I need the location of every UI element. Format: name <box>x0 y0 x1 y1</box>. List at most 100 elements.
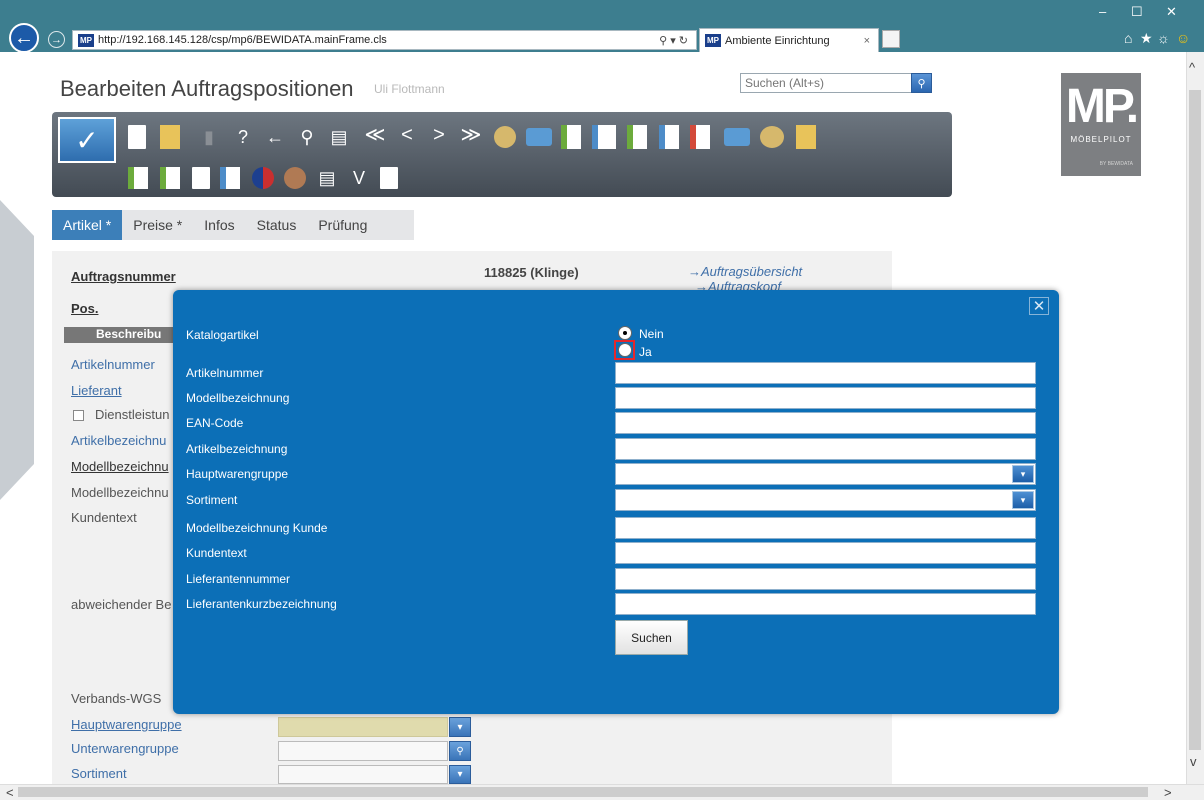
print-icon[interactable]: ▤ <box>328 126 350 148</box>
scroll-left-arrow-icon[interactable]: < <box>6 785 14 800</box>
field-input-artikelbezeichnung[interactable] <box>615 438 1036 460</box>
user-name: Uli Flottmann <box>374 82 445 96</box>
tab-pruefung[interactable]: Prüfung <box>307 210 378 240</box>
payment-icon[interactable] <box>760 126 784 148</box>
tab-infos[interactable]: Infos <box>193 210 245 240</box>
bg-hauptwarengruppe-field[interactable] <box>278 717 448 737</box>
new-tab-button[interactable] <box>882 30 900 48</box>
forward-button[interactable]: → <box>48 31 65 48</box>
minimize-icon[interactable]: – <box>1099 4 1106 19</box>
bg-unterwarengruppe-search-icon[interactable]: ⚲ <box>449 741 471 761</box>
radio-nein-label: Nein <box>639 327 664 341</box>
uk-flag-icon[interactable] <box>252 167 274 189</box>
undo-back-icon[interactable]: ← <box>264 126 286 148</box>
settings-gear-icon[interactable]: ☼ <box>1157 30 1170 46</box>
link-auftragsuebersicht[interactable]: →Auftragsübersicht <box>688 264 802 279</box>
tab-close-icon[interactable]: × <box>864 35 878 47</box>
printer-icon[interactable]: ▤ <box>316 167 338 189</box>
pos-label[interactable]: Pos. <box>71 301 98 316</box>
scroll-down-arrow-icon[interactable]: v <box>1190 754 1197 769</box>
logo-by-line: BY BEWIDATA <box>1099 161 1133 167</box>
bg-unterwarengruppe-label: Unterwarengruppe <box>71 741 179 756</box>
field-input-ean-code[interactable] <box>615 412 1036 434</box>
bg-hauptwarengruppe-link[interactable]: Hauptwarengruppe <box>71 717 182 732</box>
home-icon[interactable]: ⌂ <box>1124 30 1132 46</box>
global-search-button[interactable]: ⚲ <box>911 73 932 93</box>
search-zoom-icon[interactable]: ⚲ <box>296 126 318 148</box>
url-text[interactable]: http://192.168.145.128/csp/mp6/BEWIDATA.… <box>98 34 659 46</box>
bg-lieferant-link[interactable]: Lieferant <box>71 383 122 398</box>
checkmark-icon: ✓ <box>75 124 99 156</box>
open-folder-icon[interactable] <box>160 125 180 149</box>
back-button[interactable]: ← <box>9 23 39 53</box>
close-window-icon[interactable]: ✕ <box>1166 4 1177 20</box>
global-search-input[interactable] <box>745 76 909 90</box>
delivery-truck-icon[interactable] <box>526 128 552 146</box>
field-input-artikelnummer[interactable] <box>615 362 1036 384</box>
field-input-lieferantennummer[interactable] <box>615 568 1036 590</box>
sortiment-dropdown-icon[interactable]: ▾ <box>1012 491 1034 509</box>
field-input-modellbezeichnung[interactable] <box>615 387 1036 409</box>
field-label-artikelnummer: Artikelnummer <box>186 366 264 380</box>
radio-nein[interactable] <box>618 326 632 340</box>
last-record-icon[interactable]: ≫ <box>460 124 482 146</box>
first-record-icon[interactable]: ≪ <box>364 124 386 146</box>
field-input-kundentext[interactable] <box>615 542 1036 564</box>
doc-report-icon[interactable] <box>128 167 148 189</box>
browser-tab[interactable]: MP Ambiente Einrichtung × <box>699 28 879 52</box>
doc-edit-icon[interactable] <box>220 167 240 189</box>
field-label-lieferantenkurzbezeichnung: Lieferantenkurzbezeichnung <box>186 597 337 611</box>
doc-function-icon[interactable] <box>192 167 210 189</box>
doc-pdf-icon[interactable] <box>690 125 710 149</box>
address-bar[interactable]: MP http://192.168.145.128/csp/mp6/BEWIDA… <box>72 30 697 50</box>
tab-preise[interactable]: Preise * <box>122 210 193 240</box>
doc-add-icon[interactable] <box>160 167 180 189</box>
scroll-right-arrow-icon[interactable]: > <box>1164 785 1172 800</box>
next-record-icon[interactable]: > <box>428 124 450 146</box>
archive-folder-icon[interactable] <box>796 125 816 149</box>
logo-name: MÖBELPILOT <box>1070 135 1132 144</box>
global-search-field[interactable] <box>740 73 932 93</box>
hauptwarengruppe-dropdown-icon[interactable]: ▾ <box>1012 465 1034 483</box>
horizontal-scroll-thumb[interactable] <box>18 787 1148 797</box>
field-input-modellbezeichnung-kunde[interactable] <box>615 517 1036 539</box>
tab-artikel[interactable]: Artikel * <box>52 210 123 240</box>
side-panel-handle[interactable] <box>0 200 34 500</box>
field-input-lieferantenkurzbezeichnung[interactable] <box>615 593 1036 615</box>
field-select-sortiment[interactable] <box>615 489 1036 511</box>
bg-hauptwarengruppe-dropdown-icon[interactable]: ▾ <box>449 717 471 737</box>
favorites-star-icon[interactable]: ★ <box>1140 30 1153 47</box>
maximize-icon[interactable]: ☐ <box>1131 4 1143 20</box>
field-select-hauptwarengruppe[interactable] <box>615 463 1036 485</box>
doc-transfer-icon[interactable] <box>659 125 679 149</box>
dialog-search-button[interactable]: Suchen <box>615 620 688 655</box>
dienstleistung-checkbox[interactable] <box>73 410 84 421</box>
bg-unterwarengruppe-field[interactable] <box>278 741 448 761</box>
doc-grid-icon[interactable] <box>592 125 616 149</box>
delete-trash-icon[interactable]: ▮ <box>198 126 220 148</box>
vertical-scroll-thumb[interactable] <box>1189 90 1201 750</box>
dialog-close-icon[interactable]: ✕ <box>1029 297 1049 315</box>
bg-modellbezeichnung-link[interactable]: Modellbezeichnu <box>71 459 169 474</box>
bg-dienstleistung-label: Dienstleistun <box>95 407 170 422</box>
coins-icon[interactable] <box>494 126 516 148</box>
copy-documents-icon[interactable] <box>380 167 398 189</box>
round-badge-icon[interactable] <box>284 167 306 189</box>
new-document-icon[interactable] <box>128 125 146 149</box>
auftragsnummer-label[interactable]: Auftragsnummer <box>71 269 176 284</box>
bg-sortiment-dropdown-icon[interactable]: ▾ <box>449 765 471 784</box>
save-button[interactable]: ✓ <box>58 117 116 163</box>
smiley-feedback-icon[interactable]: ☺ <box>1176 30 1190 46</box>
letter-v-icon[interactable]: V <box>348 167 370 189</box>
doc-list-icon[interactable] <box>627 125 647 149</box>
field-label-sortiment: Sortiment <box>186 493 238 507</box>
bg-sortiment-field[interactable] <box>278 765 448 784</box>
scroll-up-arrow-icon[interactable]: ^ <box>1189 60 1195 75</box>
field-label-modellbezeichnung-kunde: Modellbezeichnung Kunde <box>186 521 328 535</box>
doc-green-icon[interactable] <box>561 125 581 149</box>
help-icon[interactable]: ? <box>232 126 254 148</box>
previous-record-icon[interactable]: < <box>396 124 418 146</box>
address-search-refresh-icons[interactable]: ⚲ ▾ ↻ <box>659 34 696 47</box>
tab-status[interactable]: Status <box>246 210 308 240</box>
tools-icon[interactable] <box>724 128 750 146</box>
